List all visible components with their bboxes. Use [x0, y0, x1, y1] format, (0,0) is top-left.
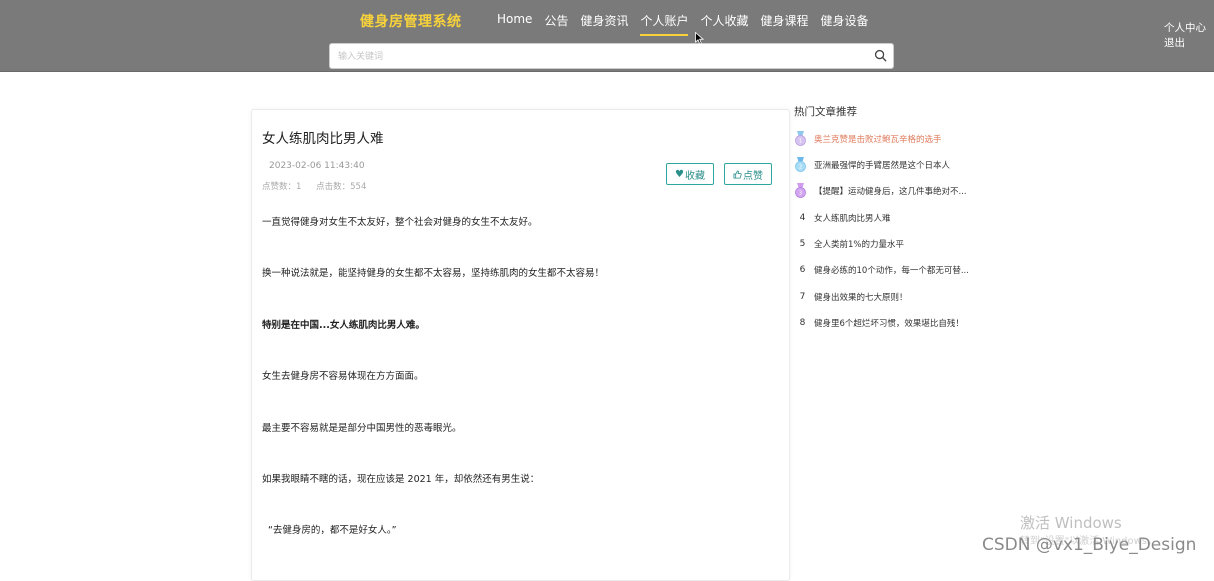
favorite-button[interactable]: ♥ 收藏	[666, 163, 714, 185]
thumbs-up-icon	[733, 169, 742, 179]
nav-fitness-equipment[interactable]: 健身设备	[821, 12, 869, 38]
hot-article-title: 奥兰克赞是击败过鲍瓦辛格的选手	[814, 135, 942, 145]
hot-article-title: 女人练肌肉比男人难	[814, 214, 891, 224]
article-stats: 点赞数：1 点击数：554	[262, 180, 378, 192]
hot-article-item[interactable]: 7 健身出效果的七大原则！	[794, 289, 908, 305]
top-navbar: 健身房管理系统 Home 公告 健身资讯 个人账户 个人收藏 健身课程 健身设备…	[0, 0, 1214, 72]
heart-icon: ♥	[675, 168, 684, 180]
hot-article-item[interactable]: 4 女人练肌肉比男人难	[794, 210, 891, 226]
like-button-label: 点赞	[743, 170, 763, 182]
hot-articles-title: 热门文章推荐	[794, 106, 857, 118]
gold-medal-icon: 1	[794, 131, 807, 146]
nav-home[interactable]: Home	[497, 12, 532, 38]
article-paragraph: 如果我眼睛不瞎的话，现在应该是 2021 年，却依然还有男生说：	[262, 474, 540, 485]
hot-article-item[interactable]: 3 【提醒】运动健身后，这几件事绝对不...	[794, 183, 967, 199]
search-icon[interactable]	[874, 49, 887, 62]
search-input[interactable]	[330, 46, 858, 68]
like-button[interactable]: 点赞	[724, 163, 772, 185]
like-count: 点赞数：1	[262, 182, 302, 192]
mouse-cursor-icon	[695, 32, 704, 45]
hot-article-title: 健身必练的10个动作，每一个都无可替...	[814, 266, 969, 276]
hot-article-item[interactable]: 8 健身里6个超烂坏习惯，效果堪比自残！	[794, 315, 964, 331]
nav-announcements[interactable]: 公告	[544, 12, 568, 38]
article-title: 女人练肌肉比男人难	[262, 131, 384, 147]
article-date: 2023-02-06 11:43:40	[269, 161, 365, 171]
click-count: 点击数：554	[316, 182, 367, 192]
windows-activation-watermark: 激活 Windows	[1020, 514, 1122, 532]
svg-text:3: 3	[799, 191, 802, 197]
hot-article-item[interactable]: 2 亚洲最强悍的手臂居然是这个日本人	[794, 157, 950, 173]
hot-article-rank: 8	[799, 318, 806, 328]
nav-fitness-news[interactable]: 健身资讯	[580, 12, 628, 38]
svg-text:1: 1	[799, 139, 802, 145]
hot-article-title: 健身里6个超烂坏习惯，效果堪比自残！	[814, 319, 964, 329]
nav-personal-favorites[interactable]: 个人收藏	[700, 12, 748, 38]
article-paragraph: 特别是在中国...女人练肌肉比男人难。	[262, 320, 425, 331]
nav-personal-account[interactable]: 个人账户	[640, 12, 689, 38]
user-links: 个人中心 退出	[1164, 21, 1206, 51]
article-paragraph: 最主要不容易就是是部分中国男性的恶毒眼光。	[262, 423, 462, 434]
article-paragraph: 女生去健身房不容易体现在方方面面。	[262, 371, 424, 382]
hot-article-rank: 4	[799, 213, 806, 223]
favorite-button-label: 收藏	[684, 170, 705, 182]
site-logo[interactable]: 健身房管理系统	[360, 11, 462, 31]
hot-article-title: 全人类前1%的力量水平	[814, 240, 904, 250]
logout-link[interactable]: 退出	[1164, 36, 1206, 51]
article-paragraph: 换一种说法就是，能坚持健身的女生都不太容易，坚持练肌肉的女生都不太容易！	[262, 268, 605, 279]
main-nav: Home 公告 健身资讯 个人账户 个人收藏 健身课程 健身设备	[497, 12, 881, 38]
hot-article-item[interactable]: 6 健身必练的10个动作，每一个都无可替...	[794, 262, 969, 278]
nav-fitness-courses[interactable]: 健身课程	[761, 12, 809, 38]
hot-article-rank: 7	[799, 292, 806, 302]
hot-article-title: 【提醒】运动健身后，这几件事绝对不...	[814, 187, 967, 197]
user-center-link[interactable]: 个人中心	[1164, 21, 1206, 36]
hot-article-item[interactable]: 5 全人类前1%的力量水平	[794, 236, 904, 252]
hot-article-rank: 6	[799, 265, 806, 275]
hot-article-rank: 5	[799, 239, 806, 249]
hot-article-title: 健身出效果的七大原则！	[814, 293, 908, 303]
csdn-watermark: CSDN @vx1_Biye_Design	[982, 535, 1197, 555]
hot-article-title: 亚洲最强悍的手臂居然是这个日本人	[814, 161, 951, 171]
bronze-medal-icon: 3	[794, 183, 807, 198]
hot-article-item[interactable]: 1 奥兰克赞是击败过鲍瓦辛格的选手	[794, 131, 942, 147]
silver-medal-icon: 2	[794, 157, 807, 172]
article-paragraph: “去健身房的，都不是好女人。”	[268, 525, 397, 536]
search-bar	[329, 43, 894, 69]
article-card: 女人练肌肉比男人难 2023-02-06 11:43:40 点赞数：1 点击数：…	[251, 109, 790, 581]
article-paragraph: 一直觉得健身对女生不太友好，整个社会对健身的女生不太友好。	[262, 217, 538, 228]
svg-text:2: 2	[799, 165, 802, 171]
